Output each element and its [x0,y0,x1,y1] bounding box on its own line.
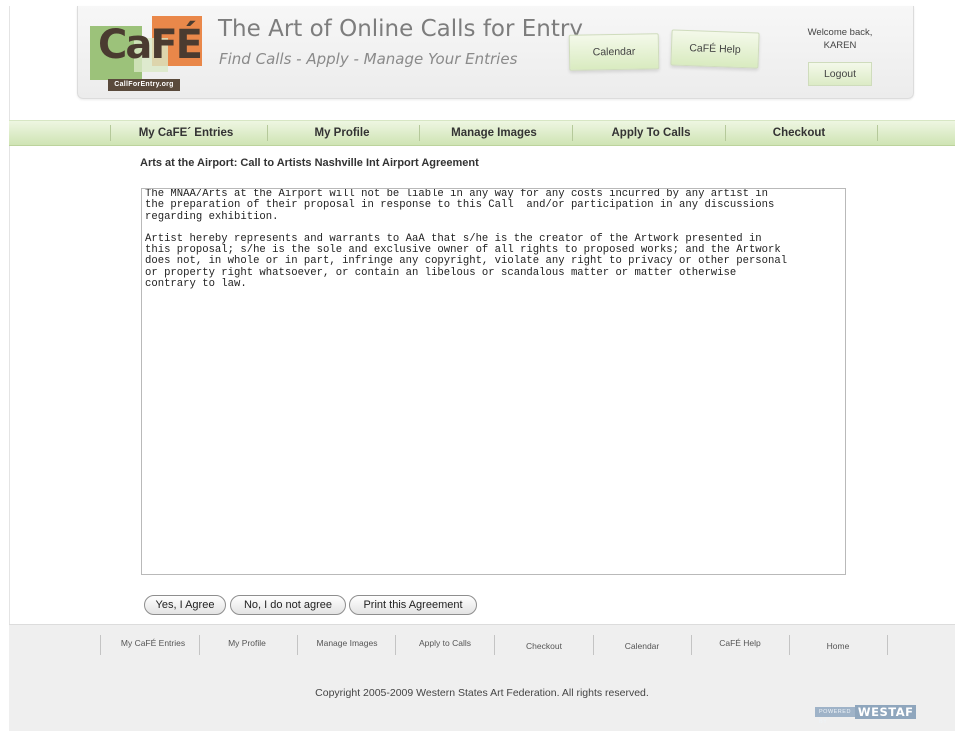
nav-separator [110,125,111,141]
footer-separator [297,635,298,655]
main-nav: My CaFE´ Entries My Profile Manage Image… [9,120,955,146]
footer-calendar[interactable]: Calendar [599,641,685,651]
nav-apply-to-calls[interactable]: Apply To Calls [581,121,721,145]
logo-word: CaFÉ [98,22,203,68]
nav-my-entries[interactable]: My CaFE´ Entries [121,121,251,145]
footer-help[interactable]: CaFÉ Help [697,638,783,648]
cafe-logo[interactable]: CaFÉ CallForEntry.org [90,16,208,92]
footer-separator [199,635,200,655]
footer-my-entries[interactable]: My CaFÉ Entries [107,638,199,648]
site-header: CaFÉ CallForEntry.org The Art of Online … [77,6,914,99]
site-footer: My CaFÉ Entries My Profile Manage Images… [9,624,955,731]
agreement-textarea[interactable]: The MNAA/Arts at the Airport will not be… [141,188,846,575]
nav-separator [877,125,878,141]
footer-separator [691,635,692,655]
agreement-paragraph: Artist hereby represents and warrants to… [145,232,788,291]
print-agreement-button[interactable]: Print this Agreement [349,595,477,615]
nav-manage-images[interactable]: Manage Images [429,121,559,145]
agreement-paragraph: The MNAA/Arts at the Airport will not be… [145,188,775,223]
powered-by-westaf-logo[interactable]: POWERED BY WESTAF [815,705,917,725]
footer-apply-to-calls[interactable]: Apply to Calls [401,638,489,648]
footer-separator [395,635,396,655]
nav-separator [572,125,573,141]
agree-button[interactable]: Yes, I Agree [144,595,226,615]
disagree-button[interactable]: No, I do not agree [230,595,346,615]
site-title: The Art of Online Calls for Entry [218,16,583,42]
user-name: KAREN [823,40,857,51]
footer-separator [593,635,594,655]
westaf-wordmark: WESTAF [854,705,917,719]
powered-by-label: POWERED BY [815,707,855,725]
welcome-text: Welcome back, [807,27,873,38]
logout-button[interactable]: Logout [808,62,872,86]
footer-home[interactable]: Home [795,641,881,651]
nav-checkout[interactable]: Checkout [734,121,864,145]
nav-my-profile[interactable]: My Profile [277,121,407,145]
footer-separator [789,635,790,655]
site-subtitle: Find Calls - Apply - Manage Your Entries [219,50,518,68]
footer-checkout[interactable]: Checkout [501,641,587,651]
footer-separator [494,635,495,655]
page-title: Arts at the Airport: Call to Artists Nas… [140,157,479,169]
footer-manage-images[interactable]: Manage Images [303,638,391,648]
welcome-block: Welcome back, KAREN [780,26,900,52]
footer-separator [100,635,101,655]
logo-subtitle: CallForEntry.org [108,79,180,91]
nav-separator [419,125,420,141]
footer-my-profile[interactable]: My Profile [205,638,289,648]
nav-separator [725,125,726,141]
calendar-button[interactable]: Calendar [568,33,660,71]
nav-separator [267,125,268,141]
footer-separator [887,635,888,655]
copyright-text: Copyright 2005-2009 Western States Art F… [315,687,649,699]
help-button[interactable]: CaFÉ Help [670,29,760,69]
